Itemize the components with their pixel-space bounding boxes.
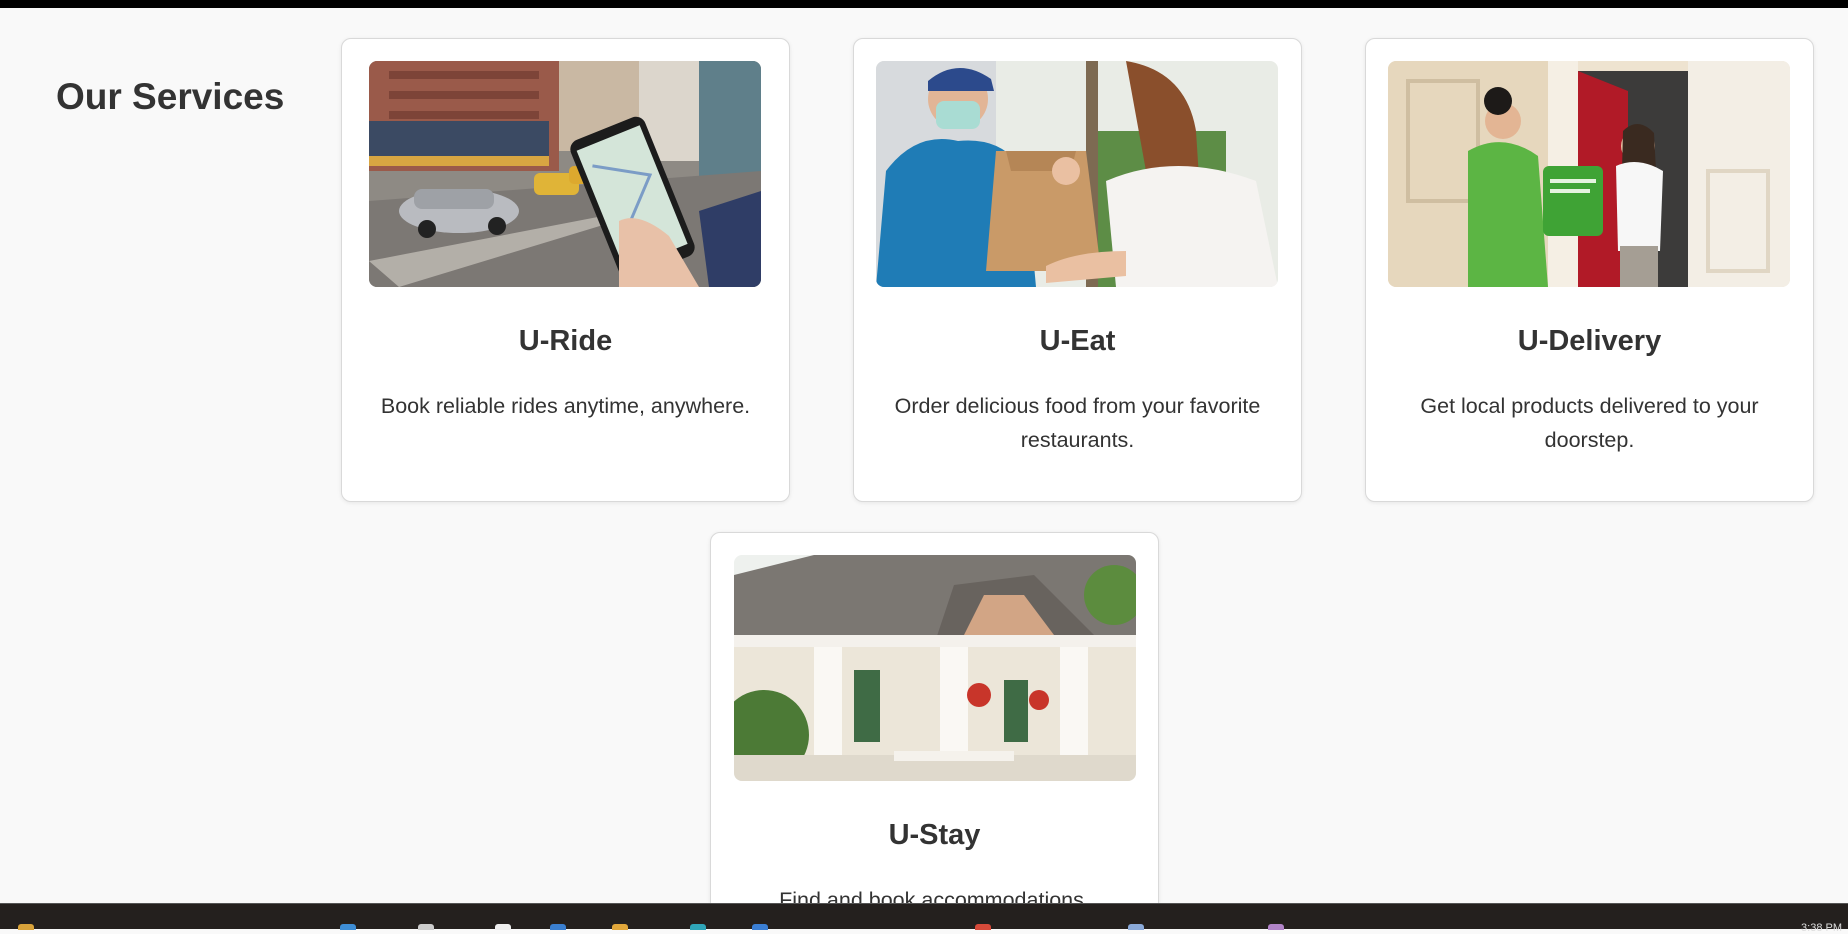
page-title: Our Services bbox=[56, 76, 285, 117]
photos-icon[interactable] bbox=[975, 924, 991, 930]
edge-browser-icon[interactable] bbox=[495, 924, 511, 930]
start-icon[interactable] bbox=[18, 924, 34, 930]
taskbar: 3:38 PM bbox=[0, 903, 1848, 934]
taskbar-clock[interactable]: 3:38 PM bbox=[1801, 922, 1842, 934]
u-ride-image bbox=[369, 61, 761, 287]
service-title: U-Delivery bbox=[1517, 325, 1662, 357]
service-description: Get local products delivered to your doo… bbox=[1420, 394, 1759, 452]
music-icon[interactable] bbox=[1128, 924, 1144, 930]
service-title: U-Stay bbox=[888, 819, 981, 851]
settings-icon[interactable] bbox=[752, 924, 768, 930]
service-description: Book reliable rides anytime, anywhere. bbox=[380, 394, 751, 418]
folder-icon[interactable] bbox=[550, 924, 566, 930]
u-delivery-image bbox=[1388, 61, 1790, 287]
search-icon[interactable] bbox=[340, 924, 356, 930]
u-eat-image bbox=[876, 61, 1278, 287]
browser-top-edge bbox=[0, 0, 1848, 8]
service-card-u-ride[interactable]: U-Ride Book reliable rides anytime, anyw… bbox=[341, 38, 790, 502]
chrome-icon[interactable] bbox=[690, 924, 706, 930]
u-stay-image bbox=[734, 555, 1136, 781]
service-card-u-delivery[interactable]: U-Delivery Get local products delivered … bbox=[1365, 38, 1814, 502]
service-title: U-Eat bbox=[1039, 325, 1116, 357]
file-explorer-icon[interactable] bbox=[418, 924, 434, 930]
mail-icon[interactable] bbox=[1268, 924, 1284, 930]
service-description: Order delicious food from your favorite … bbox=[894, 394, 1261, 452]
service-card-u-stay[interactable]: U-Stay Find and book accommodations. bbox=[710, 532, 1159, 912]
store-icon[interactable] bbox=[612, 924, 628, 930]
service-title: U-Ride bbox=[518, 325, 613, 357]
service-card-u-eat[interactable]: U-Eat Order delicious food from your fav… bbox=[853, 38, 1302, 502]
